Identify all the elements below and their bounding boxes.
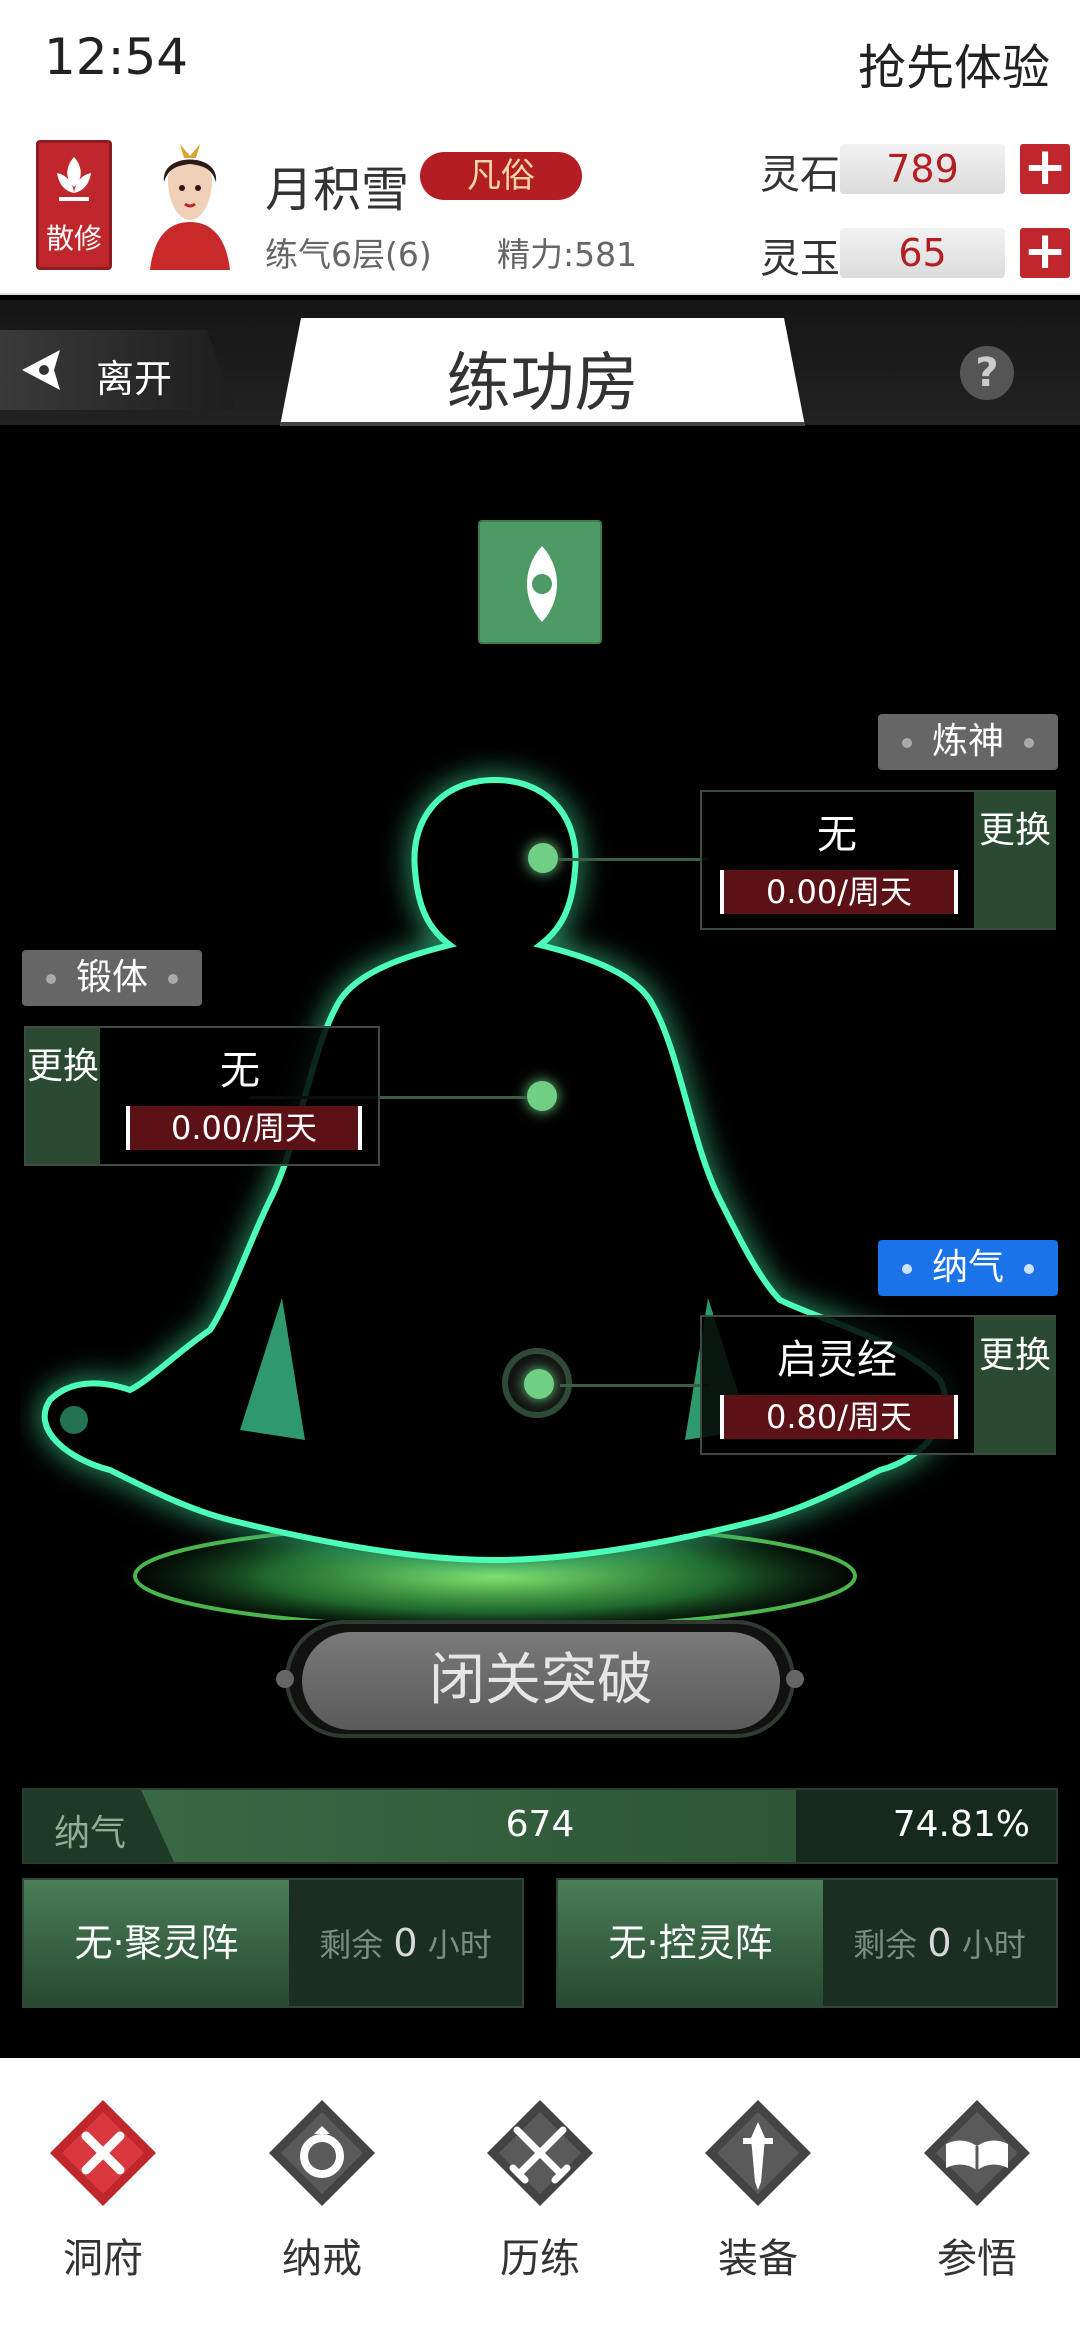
breakthrough-button[interactable]: 闭关突破 (302, 1632, 780, 1730)
breakthrough-knob-left (276, 1670, 294, 1688)
control-spirit-array-name: 无·控灵阵 (558, 1880, 823, 2006)
body-temper-tag: 锻体 (22, 950, 202, 1006)
head-link (558, 858, 708, 861)
title-bar: 离开 练功房 (0, 300, 1080, 426)
ring-icon (269, 2100, 375, 2206)
crossed-swords-icon (487, 2100, 593, 2206)
control-spirit-array-remaining: 剩余 0 小时 (853, 1921, 1026, 1965)
nav-label-training: 历练 (500, 2236, 580, 2282)
qi-gather-tag: 纳气 (878, 1240, 1058, 1296)
dantian-node (524, 1369, 554, 1399)
avatar[interactable] (140, 140, 240, 270)
chest-node (527, 1081, 557, 1111)
early-access-link[interactable]: 抢先体验 (858, 28, 1050, 98)
energy-value: 精力:581 (497, 235, 638, 274)
title-plate: 练功房 (280, 318, 805, 426)
nav-label-cave: 洞府 (63, 2236, 143, 2282)
spirit-stone-label: 灵石 (760, 152, 840, 198)
refine-spirit-rate: 0.00/周天 (720, 870, 958, 914)
back-arrow-icon (22, 350, 60, 390)
book-icon (924, 2100, 1030, 2206)
body-temper-card[interactable]: 更换 无 0.00/周天 (24, 1026, 380, 1166)
cultivation-realm: 练气6层(6) (265, 235, 432, 274)
clock: 12:54 (44, 28, 189, 86)
add-spirit-stone-button[interactable]: + (1020, 141, 1070, 194)
refine-spirit-tag: 炼神 (878, 714, 1058, 770)
refine-spirit-change-button[interactable]: 更换 (974, 792, 1056, 928)
page-title: 练功房 (446, 347, 639, 421)
spirit-jade-label: 灵玉 (760, 236, 840, 282)
qi-gather-rate: 0.80/周天 (720, 1395, 958, 1439)
nav-item-comprehend[interactable]: 参悟 (882, 2098, 1072, 2318)
body-temper-change-button[interactable]: 更换 (26, 1028, 100, 1164)
gather-spirit-array-card[interactable]: 无·聚灵阵 剩余 0 小时 (22, 1878, 524, 2008)
nav-label-comprehend: 参悟 (937, 2236, 1017, 2282)
nav-item-equipment[interactable]: 装备 (663, 2098, 853, 2318)
dantian-link (560, 1384, 710, 1387)
control-spirit-array-card[interactable]: 无·控灵阵 剩余 0 小时 (556, 1878, 1058, 2008)
sect-label: 散修 (45, 222, 102, 255)
add-spirit-jade-button[interactable]: + (1020, 225, 1070, 278)
lotus-icon (57, 157, 91, 201)
breakthrough-knob-right (786, 1670, 804, 1688)
sect-badge[interactable]: 散修 (36, 140, 112, 270)
gather-spirit-array-name: 无·聚灵阵 (24, 1880, 289, 2006)
body-temper-technique: 无 (220, 1048, 260, 1094)
leave-button[interactable]: 离开 (0, 330, 235, 410)
head-node (528, 843, 558, 873)
qi-gather-card[interactable]: 启灵经 0.80/周天 更换 (700, 1315, 1056, 1455)
spirit-jade-value: 65 (840, 228, 1005, 278)
qi-progress-bar: 纳气 674 74.81% (22, 1788, 1058, 1864)
rank-badge: 凡俗 (420, 152, 582, 200)
sword-icon (705, 2100, 811, 2206)
status-bar: 12:54 抢先体验 (0, 0, 1080, 130)
qi-progress-percent: 74.81% (892, 1804, 1030, 1845)
nav-label-storage-ring: 纳戒 (282, 2236, 362, 2282)
nav-label-equipment: 装备 (718, 2236, 798, 2282)
nav-item-training[interactable]: 历练 (445, 2098, 635, 2318)
body-temper-rate: 0.00/周天 (126, 1106, 362, 1150)
leave-label: 离开 (96, 357, 173, 401)
nav-item-cave[interactable]: 洞府 (8, 2098, 198, 2318)
refine-spirit-card[interactable]: 无 0.00/周天 更换 (700, 790, 1056, 930)
cultivation-manual-button[interactable] (478, 520, 602, 644)
help-icon[interactable]: ? (960, 346, 1014, 400)
qi-gather-technique: 启灵经 (777, 1337, 897, 1383)
spirit-eye-icon (527, 546, 557, 622)
bottom-nav: 洞府 纳戒 历练 装备 参悟 (0, 2058, 1080, 2340)
profile-header: 散修 月积雪 凡俗 练气6层(6) 精力:581 灵石 789 + 灵玉 65 … (0, 130, 1080, 295)
nav-item-storage-ring[interactable]: 纳戒 (227, 2098, 417, 2318)
gather-spirit-array-remaining: 剩余 0 小时 (319, 1921, 492, 1965)
close-icon (50, 2100, 156, 2206)
qi-gather-change-button[interactable]: 更换 (974, 1317, 1056, 1453)
spirit-stone-value: 789 (840, 144, 1005, 194)
player-name: 月积雪 (265, 162, 410, 218)
refine-spirit-technique: 无 (817, 812, 857, 858)
